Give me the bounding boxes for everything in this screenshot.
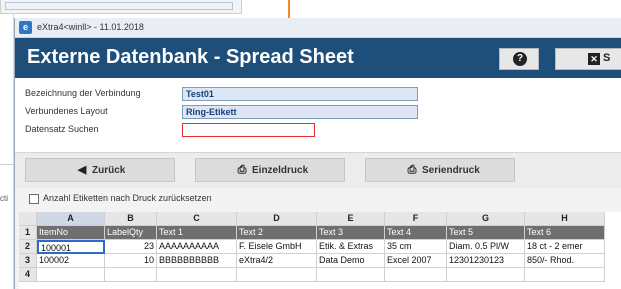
search-label: Datensatz Suchen: [25, 124, 99, 134]
printer-icon: ⎙: [407, 164, 417, 176]
serial-print-label: Seriendruck: [422, 165, 480, 176]
background-field: [5, 2, 233, 10]
table-cell[interactable]: [237, 268, 317, 282]
connection-label: Bezeichnung der Verbindung: [25, 88, 141, 98]
reset-option-row: Anzahl Etiketten nach Druck zurücksetzen: [15, 188, 621, 210]
close-button[interactable]: ✕ S: [555, 48, 621, 70]
reset-count-label: Anzahl Etiketten nach Druck zurücksetzen: [43, 193, 212, 203]
table-cell[interactable]: [105, 268, 157, 282]
connection-form: Bezeichnung der Verbindung Test01 Verbun…: [15, 78, 621, 153]
help-button[interactable]: ?: [499, 48, 539, 70]
serial-print-button[interactable]: ⎙ Seriendruck: [365, 158, 515, 182]
layout-label: Verbundenes Layout: [25, 106, 108, 116]
back-button[interactable]: ◀ Zurück: [25, 158, 175, 182]
column-title-cell[interactable]: Text 3: [317, 226, 385, 240]
column-header-e[interactable]: E: [317, 212, 385, 226]
background-edge-text: cti: [0, 194, 8, 203]
column-title-cell[interactable]: LabelQty: [105, 226, 157, 240]
close-icon: ✕: [588, 53, 600, 65]
column-header-h[interactable]: H: [525, 212, 605, 226]
close-button-label: S: [603, 52, 611, 64]
column-title-cell[interactable]: Text 6: [525, 226, 605, 240]
single-print-button[interactable]: ⎙ Einzeldruck: [195, 158, 345, 182]
table-cell[interactable]: [317, 268, 385, 282]
search-input[interactable]: [182, 123, 315, 137]
column-title-cell[interactable]: Text 5: [447, 226, 525, 240]
layout-field[interactable]: Ring-Etikett: [182, 105, 418, 119]
table-cell[interactable]: AAAAAAAAAA: [157, 240, 237, 254]
table-cell[interactable]: [525, 268, 605, 282]
table-cell[interactable]: 850/- Rhod.: [525, 254, 605, 268]
table-cell[interactable]: Diam. 0.5 Pl/W: [447, 240, 525, 254]
table-cell[interactable]: F. Eisele GmbH: [237, 240, 317, 254]
column-header-f[interactable]: F: [385, 212, 447, 226]
spreadsheet-grid[interactable]: A B C D E F G H 1 ItemNo LabelQty Text 1 Text 2 Text …: [19, 212, 621, 289]
table-cell[interactable]: [37, 268, 105, 282]
column-title-cell[interactable]: Text 1: [157, 226, 237, 240]
column-header-b[interactable]: B: [105, 212, 157, 226]
window-titlebar-text: eXtra4<winll> - 11.01.2018: [37, 22, 144, 32]
table-cell[interactable]: 100001: [37, 240, 105, 254]
background-divider: [0, 164, 14, 165]
column-header-d[interactable]: D: [237, 212, 317, 226]
column-title-cell[interactable]: Text 4: [385, 226, 447, 240]
row-header-2[interactable]: 2: [19, 240, 37, 254]
column-title-cell[interactable]: Text 2: [237, 226, 317, 240]
table-cell[interactable]: Data Demo: [317, 254, 385, 268]
table-cell[interactable]: [385, 268, 447, 282]
action-toolbar: ◀ Zurück ⎙ Einzeldruck ⎙ Seriendruck: [15, 153, 621, 188]
app-icon: e: [19, 21, 32, 34]
select-all-corner[interactable]: [19, 212, 37, 226]
page-header: Externe Datenbank - Spread Sheet ? ✕ S: [15, 38, 621, 78]
table-cell[interactable]: 100002: [37, 254, 105, 268]
table-cell[interactable]: 12301230123: [447, 254, 525, 268]
back-arrow-icon: ◀: [77, 164, 87, 176]
screen: { "window": { "titlebar_text": "eXtra4<w…: [0, 0, 621, 289]
table-cell[interactable]: eXtra4/2: [237, 254, 317, 268]
column-header-a[interactable]: A: [37, 212, 105, 226]
background-window-edge: cti: [0, 14, 14, 289]
table-cell[interactable]: 35 cm: [385, 240, 447, 254]
column-header-c[interactable]: C: [157, 212, 237, 226]
table-cell[interactable]: BBBBBBBBBB: [157, 254, 237, 268]
page-title: Externe Datenbank - Spread Sheet: [27, 46, 354, 68]
reset-count-checkbox[interactable]: [29, 194, 39, 204]
table-cell[interactable]: [157, 268, 237, 282]
help-icon: ?: [513, 52, 527, 66]
row-header-1[interactable]: 1: [19, 226, 37, 240]
single-print-label: Einzeldruck: [252, 165, 309, 176]
column-title-cell[interactable]: ItemNo: [37, 226, 105, 240]
table-cell[interactable]: 18 ct - 2 emer: [525, 240, 605, 254]
column-header-g[interactable]: G: [447, 212, 525, 226]
row-header-4[interactable]: 4: [19, 268, 37, 282]
window-titlebar[interactable]: e eXtra4<winll> - 11.01.2018: [15, 18, 621, 38]
background-panel: [0, 0, 242, 14]
table-cell[interactable]: [447, 268, 525, 282]
connection-field[interactable]: Test01: [182, 87, 418, 101]
table-cell[interactable]: Etik. & Extras: [317, 240, 385, 254]
back-button-label: Zurück: [92, 165, 126, 176]
table-cell[interactable]: 23: [105, 240, 157, 254]
printer-icon: ⎙: [237, 164, 247, 176]
table-cell[interactable]: 10: [105, 254, 157, 268]
table-cell[interactable]: Excel 2007: [385, 254, 447, 268]
spreadsheet-window: e eXtra4<winll> - 11.01.2018 Externe Dat…: [14, 18, 621, 289]
row-header-3[interactable]: 3: [19, 254, 37, 268]
